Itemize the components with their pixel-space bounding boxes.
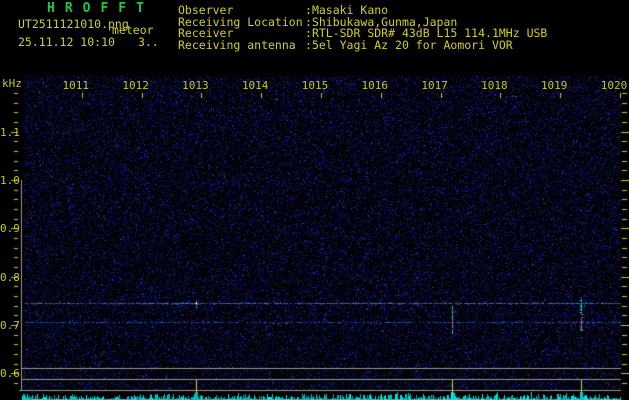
x-tick-label: 1015 [301,79,329,92]
station-info: Observer: Masaki Kano Receiving Location: S… [178,4,547,53]
echo-count-label: 3.. [138,35,159,49]
info-value: 5el Yagi Az 20 for Aomori VOR [311,38,513,53]
info-label: Receiving antenna [178,38,296,53]
y-tick-label: 0.6 [0,367,20,380]
x-tick-label: 1013 [182,79,209,92]
spectrogram-canvas [0,0,629,400]
x-tick-label: 1012 [122,79,149,92]
x-tick-label: 1011 [62,79,90,92]
x-tick-label: 1019 [540,79,568,92]
x-tick-label: 1017 [421,79,448,92]
y-tick-label: 0.9 [0,222,20,235]
timestamp-label: 25.11.12 10:10 [18,35,115,49]
y-tick-label: 0.7 [0,319,20,332]
x-tick-label: 1018 [481,79,508,92]
x-tick-label: 1014 [241,79,269,92]
x-tick-label: 1016 [361,79,389,92]
app-title: HROFFT [47,1,154,16]
x-tick-label: 1020 [600,79,628,92]
hrofft-screen: HROFFT UT2511121010.png meteor 25.11.12 … [0,0,629,400]
khz-unit-label: kHz [2,77,22,90]
y-tick-label: 0.8 [0,271,20,284]
y-tick-label: 1.0 [0,174,20,187]
info-separator: : [305,38,312,53]
y-tick-label: 1.1 [0,126,20,139]
info-row: Receiving antenna:5el Yagi Az 20 for Aom… [178,38,547,53]
